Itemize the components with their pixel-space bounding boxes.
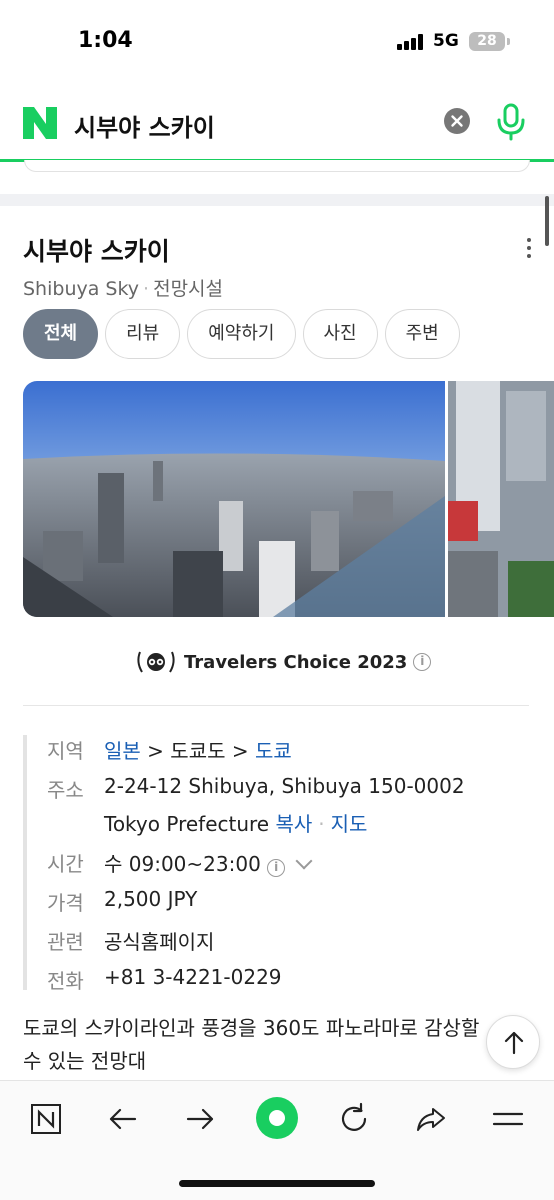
- address-key: 주소: [47, 778, 84, 802]
- place-photo-secondary[interactable]: [448, 381, 554, 617]
- separator-dot: ·: [318, 812, 325, 836]
- tab-nearby[interactable]: 주변: [384, 309, 460, 359]
- separator-dot: ·: [143, 278, 150, 300]
- microphone-icon[interactable]: [494, 102, 528, 142]
- tab-all[interactable]: 전체: [23, 309, 99, 359]
- region-separator: >: [231, 739, 249, 763]
- place-photo-main[interactable]: [23, 381, 445, 617]
- clear-search-button[interactable]: [444, 108, 470, 134]
- place-info: 지역 일본 > 도쿄도 > 도쿄 주소 2-24-12 Shibuya, Shi…: [23, 735, 533, 993]
- section-divider: [0, 194, 554, 206]
- region-city-link[interactable]: 도쿄: [255, 739, 292, 763]
- network-label: 5G: [433, 31, 459, 51]
- naver-logo-icon[interactable]: [22, 106, 58, 140]
- region-prefecture: 도쿄도: [170, 739, 226, 763]
- official-homepage-link[interactable]: 공식홈페이지: [104, 926, 214, 955]
- share-icon[interactable]: [409, 1097, 453, 1141]
- map-link[interactable]: 지도: [331, 812, 368, 836]
- search-query[interactable]: 시부야 스카이: [74, 108, 215, 143]
- forward-arrow-icon[interactable]: [178, 1097, 222, 1141]
- close-icon: [451, 115, 463, 127]
- price-value: 2,500 JPY: [104, 887, 198, 911]
- search-bar: 시부야 스카이: [0, 84, 554, 162]
- place-category: 전망시설: [153, 278, 224, 300]
- scrollbar[interactable]: [545, 196, 549, 246]
- place-tabs: 전체 리뷰 예약하기 사진 주변: [23, 309, 460, 359]
- info-icon[interactable]: i: [413, 653, 432, 671]
- info-icon[interactable]: i: [267, 859, 286, 877]
- price-key: 가격: [47, 891, 84, 915]
- copy-address-link[interactable]: 복사: [275, 812, 312, 836]
- menu-icon[interactable]: [486, 1097, 530, 1141]
- tab-booking[interactable]: 예약하기: [187, 309, 296, 359]
- battery-cap: [507, 38, 510, 45]
- tab-reviews[interactable]: 리뷰: [105, 309, 181, 359]
- address-line2: Tokyo Prefecture: [104, 812, 270, 836]
- tab-photos[interactable]: 사진: [302, 309, 378, 359]
- naver-home-icon[interactable]: [24, 1097, 68, 1141]
- award-label: Travelers Choice 2023: [184, 651, 408, 673]
- hours-value: 수 09:00~23:00: [104, 852, 261, 876]
- divider: [23, 705, 529, 706]
- refresh-icon[interactable]: [332, 1097, 376, 1141]
- status-time: 1:04: [78, 28, 133, 53]
- phone-key: 전화: [47, 969, 84, 993]
- region-separator: >: [147, 739, 164, 763]
- tripadvisor-laurel-icon: [137, 651, 175, 673]
- signal-icon: [397, 34, 425, 50]
- place-subtitle: Shibuya Sky · 전망시설: [23, 274, 223, 301]
- place-title[interactable]: 시부야 스카이: [23, 232, 170, 268]
- status-bar: 1:04 5G 28: [0, 0, 554, 84]
- home-indicator[interactable]: [179, 1180, 375, 1187]
- arrow-up-icon: [504, 1031, 524, 1055]
- battery-icon: 28: [469, 32, 505, 51]
- phone-value[interactable]: +81 3-4221-0229: [104, 965, 282, 989]
- previous-card-edge: [24, 160, 530, 172]
- more-options-icon[interactable]: [520, 236, 540, 260]
- related-key: 관련: [47, 930, 84, 954]
- green-dot-icon[interactable]: [252, 1093, 302, 1143]
- place-name-en: Shibuya Sky: [23, 278, 140, 300]
- address-line1: 2-24-12 Shibuya, Shibuya 150-0002: [104, 774, 465, 798]
- award-badge: Travelers Choice 2023 i: [134, 648, 432, 676]
- scroll-to-top-button[interactable]: [486, 1015, 540, 1069]
- chevron-down-icon[interactable]: [295, 852, 313, 870]
- region-country-link[interactable]: 일본: [104, 739, 141, 763]
- hours-key: 시간: [47, 852, 84, 876]
- back-arrow-icon[interactable]: [101, 1097, 145, 1141]
- region-key: 지역: [47, 739, 84, 763]
- place-description: 도쿄의 스카이라인과 풍경을 360도 파노라마로 감상할 수 있는 전망대: [23, 1016, 480, 1073]
